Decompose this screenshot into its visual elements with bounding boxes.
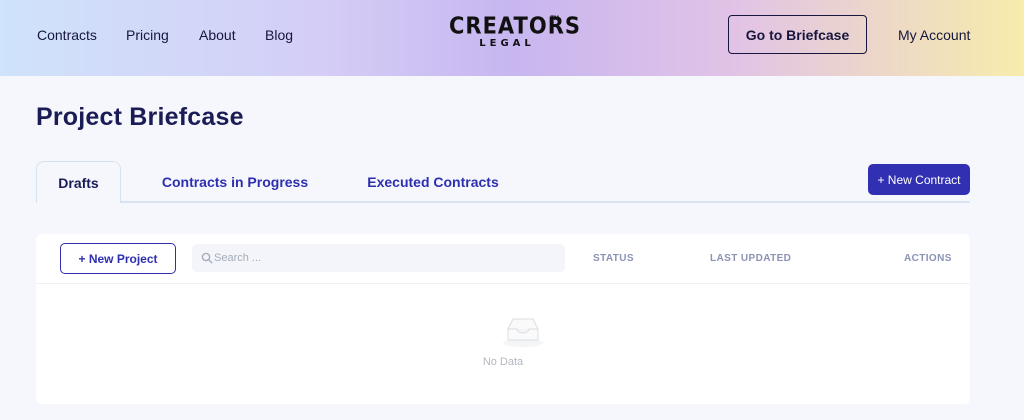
column-header-last-updated[interactable]: LAST UPDATED xyxy=(710,253,791,264)
tab-contracts-in-progress[interactable]: Contracts in Progress xyxy=(150,161,320,203)
my-account-link[interactable]: My Account xyxy=(898,27,970,43)
go-to-briefcase-button[interactable]: Go to Briefcase xyxy=(728,15,867,54)
tab-executed-contracts[interactable]: Executed Contracts xyxy=(352,161,514,203)
column-header-actions: ACTIONS xyxy=(904,253,952,264)
nav-link-blog[interactable]: Blog xyxy=(265,27,293,43)
tab-drafts[interactable]: Drafts xyxy=(36,161,121,203)
projects-table-card: + New Project STATUS LAST UPDATED ACTION… xyxy=(36,234,970,404)
empty-state-text: No Data xyxy=(482,356,524,368)
column-header-status[interactable]: STATUS xyxy=(593,253,634,264)
search-icon xyxy=(201,252,213,264)
logo-trademark: TM xyxy=(550,16,559,22)
creators-legal-logo[interactable]: CREATORS TM LEGAL xyxy=(449,12,582,56)
new-contract-button[interactable]: + New Contract xyxy=(868,164,970,195)
top-navigation-bar: Contracts Pricing About Blog CREATORS TM… xyxy=(0,0,1024,76)
table-header-divider xyxy=(36,283,970,284)
page-title: Project Briefcase xyxy=(36,103,244,131)
nav-link-about[interactable]: About xyxy=(199,27,236,43)
new-project-button[interactable]: + New Project xyxy=(60,243,176,274)
nav-link-pricing[interactable]: Pricing xyxy=(126,27,169,43)
logo-wordmark-top: CREATORS xyxy=(449,12,582,40)
logo-wordmark-bottom: LEGAL xyxy=(479,38,535,49)
nav-link-contracts[interactable]: Contracts xyxy=(37,27,97,43)
search-input[interactable] xyxy=(214,244,554,272)
search-box xyxy=(192,244,565,272)
empty-inbox-icon xyxy=(503,318,543,347)
